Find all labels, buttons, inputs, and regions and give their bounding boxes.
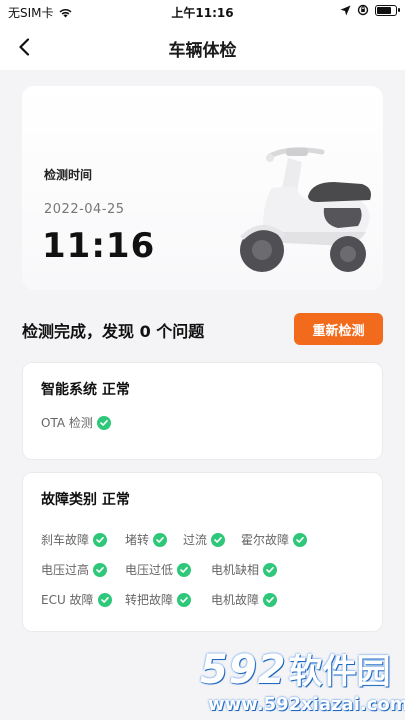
check-item: 电机故障 [211, 591, 278, 608]
check-ok-icon [93, 532, 108, 547]
check-ok-icon [177, 562, 192, 577]
check-item: ECU 故障 [41, 591, 112, 608]
watermark-logo: 592 软件园 [200, 644, 391, 693]
scooter-image [240, 147, 371, 272]
check-item-label: 电压过高 [41, 563, 90, 577]
check-item: 电压过高 [41, 561, 108, 578]
check-item-label: ECU 故障 [41, 593, 94, 607]
check-item-label: 电机缺相 [211, 563, 260, 577]
battery-icon [375, 4, 400, 16]
status-bar: 无SIM卡 上午11:16 [0, 0, 405, 24]
check-item-label: OTA 检测 [41, 416, 93, 430]
location-arrow-icon [340, 5, 351, 15]
check-ok-icon [293, 532, 308, 547]
watermark-url: www.592xiazai.com [208, 694, 405, 715]
check-ok-icon [211, 532, 226, 547]
check-item: 堵转 [125, 531, 168, 548]
check-ok-icon [263, 562, 278, 577]
check-item-label: 堵转 [125, 533, 150, 547]
check-ok-icon [177, 592, 192, 607]
check-ok-icon [96, 415, 111, 430]
check-item: 霍尔故障 [241, 531, 308, 548]
check-ok-icon [153, 532, 168, 547]
fault-category-card: 故障类别 正常 刹车故障 堵转 过流 霍尔故障 电压过高 电压过低 电机缺相 E… [22, 472, 383, 632]
check-item: 转把故障 [125, 591, 192, 608]
check-item: OTA 检测 [41, 414, 111, 431]
check-item: 刹车故障 [41, 531, 108, 548]
check-item-label: 电压过低 [125, 563, 174, 577]
smart-system-card: 智能系统 正常 OTA 检测 [22, 362, 383, 460]
check-item-label: 霍尔故障 [241, 533, 290, 547]
rotation-lock-icon [357, 4, 369, 16]
status-right [340, 4, 400, 16]
nav-bar: 车辆体检 [0, 24, 405, 70]
check-item-label: 刹车故障 [41, 533, 90, 547]
inspection-time: 11:16 [42, 226, 156, 266]
page-title: 车辆体检 [168, 41, 237, 61]
watermark-text: 软件园 [288, 652, 391, 692]
check-ok-icon [93, 562, 108, 577]
check-item: 过流 [183, 531, 226, 548]
check-ok-icon [263, 592, 278, 607]
fault-category-title: 故障类别 正常 [41, 492, 130, 508]
battery-level [377, 6, 391, 14]
recheck-button[interactable]: 重新检测 [294, 313, 383, 345]
smart-system-title: 智能系统 正常 [41, 382, 130, 398]
check-item: 电压过低 [125, 561, 192, 578]
check-item: 电机缺相 [211, 561, 278, 578]
inspection-hero-card: 检测时间 2022-04-25 11:16 [22, 86, 383, 290]
inspection-summary: 检测完成，发现 0 个问题 [22, 322, 205, 341]
check-item-label: 过流 [183, 533, 208, 547]
inspection-time-label: 检测时间 [44, 168, 93, 182]
site-watermark: 592 软件园 www.592xiazai.com [200, 644, 405, 720]
check-item-label: 电机故障 [211, 593, 260, 607]
check-item-label: 转把故障 [125, 593, 174, 607]
watermark-number: 592 [200, 647, 287, 693]
inspection-date: 2022-04-25 [44, 202, 125, 217]
check-ok-icon [97, 592, 112, 607]
